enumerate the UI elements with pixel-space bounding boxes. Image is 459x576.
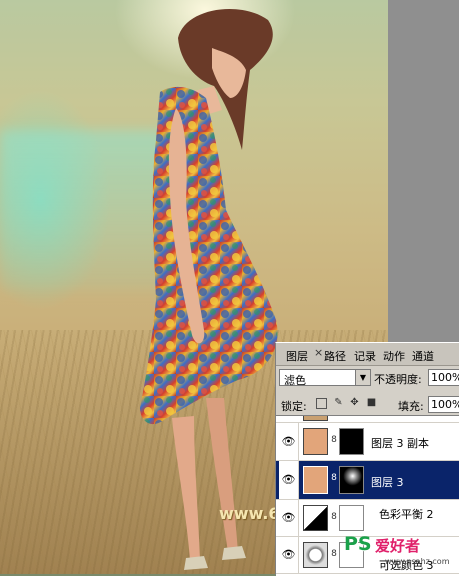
layer-thumbnail	[303, 428, 328, 455]
site-logo-url: www.psahz.com	[385, 557, 450, 566]
layer-thumbnail	[303, 466, 328, 494]
opacity-label: 不透明度:	[374, 373, 422, 386]
eye-icon[interactable]: 👁	[279, 461, 299, 499]
lock-transparency-icon[interactable]	[316, 398, 327, 409]
layer-name: 图层 3	[371, 476, 404, 489]
lock-all-icon[interactable]: ■	[366, 397, 377, 408]
layer-row-layer3[interactable]: 👁 8 图层 3	[276, 461, 459, 500]
chain-link-icon[interactable]: 8	[330, 473, 338, 483]
workspace-background	[388, 0, 459, 342]
chain-link-icon[interactable]: 8	[330, 512, 338, 522]
lock-label: 锁定:	[281, 400, 307, 413]
layer-thumbnail	[303, 416, 328, 421]
lock-move-icon[interactable]: ✥	[349, 397, 360, 408]
layer-row-layer3-copy[interactable]: 👁 8 图层 3 副本	[276, 423, 459, 461]
chain-link-icon[interactable]: 8	[330, 435, 338, 445]
tab-actions[interactable]: 动作	[383, 348, 405, 364]
lock-brush-icon[interactable]: ✎	[333, 397, 344, 408]
site-logo: PS	[344, 533, 372, 555]
panel-tab-bar: 图层 × 路径 记录 动作 通道	[276, 343, 459, 366]
layer-row-partial[interactable]	[276, 416, 459, 423]
close-icon[interactable]: ×	[314, 346, 323, 359]
fill-label: 填充:	[398, 400, 424, 413]
fill-field[interactable]: 100%	[428, 396, 459, 413]
eye-icon[interactable]: 👁	[279, 500, 299, 536]
layer-name: 色彩平衡 2	[379, 508, 434, 521]
blend-mode-select[interactable]: 滤色 ▼	[279, 369, 371, 387]
layer-row-color-balance-2[interactable]: 👁 8 色彩平衡 2	[276, 500, 459, 537]
layer-mask-thumbnail[interactable]	[339, 505, 364, 531]
blend-mode-value: 滤色	[284, 374, 306, 387]
tab-channels[interactable]: 通道	[412, 348, 434, 364]
site-logo-tagline: 爱好者	[375, 537, 421, 555]
adjustment-icon	[303, 505, 328, 531]
layer-mask-thumbnail[interactable]	[339, 466, 364, 494]
eye-icon[interactable]: 👁	[279, 423, 299, 460]
adjustment-icon	[303, 542, 328, 568]
tab-layers[interactable]: 图层	[286, 348, 308, 364]
chain-link-icon[interactable]: 8	[330, 549, 338, 559]
tab-history[interactable]: 记录	[354, 348, 376, 364]
layer-mask-thumbnail[interactable]	[339, 428, 364, 455]
chevron-down-icon[interactable]: ▼	[355, 370, 370, 385]
tab-paths[interactable]: 路径	[324, 348, 346, 364]
layer-name: 图层 3 副本	[371, 437, 429, 450]
opacity-field[interactable]: 100%	[428, 369, 459, 386]
eye-icon[interactable]: 👁	[279, 537, 299, 573]
